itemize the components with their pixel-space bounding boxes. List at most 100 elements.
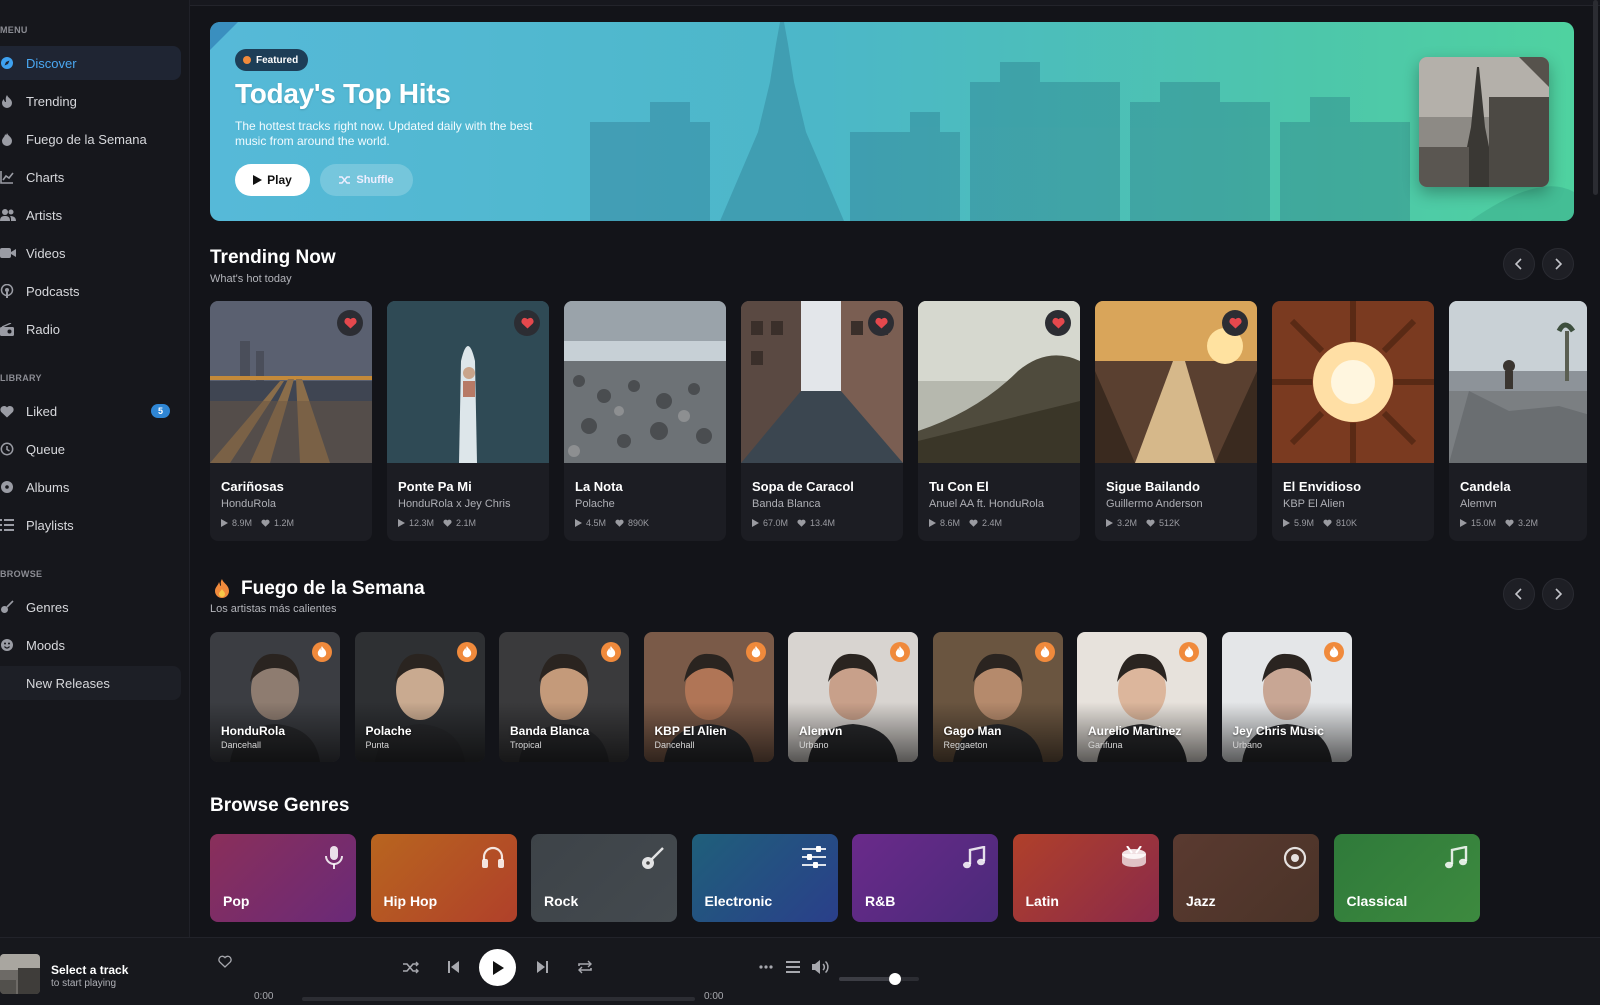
artist-card[interactable]: Jey Chris Music Urbano [1221, 632, 1352, 762]
podcast-icon [0, 284, 26, 298]
repeat-button[interactable] [574, 956, 596, 978]
artist-card[interactable]: Gago Man Reggaeton [932, 632, 1063, 762]
next-track-button[interactable] [532, 957, 552, 977]
track-card[interactable]: Tu Con El Anuel AA ft. HonduRola 8.6M 2.4M [918, 301, 1080, 541]
like-button[interactable] [868, 310, 894, 336]
artist-card[interactable]: Alemvn Urbano [788, 632, 918, 762]
trending-prev-button[interactable] [1503, 248, 1535, 280]
like-count: 890K [628, 518, 650, 528]
artist-genre: Punta [365, 740, 390, 750]
previous-track-button[interactable] [443, 957, 463, 977]
artist-card[interactable]: Banda Blanca Tropical [499, 632, 629, 762]
heart-icon [343, 317, 357, 329]
sidebar-item-trending[interactable]: Trending [0, 84, 181, 118]
play-icon [253, 175, 263, 185]
chevron-left-icon [1515, 588, 1522, 600]
artist-card[interactable]: Polache Punta [354, 632, 485, 762]
hero-play-button[interactable]: Play [235, 164, 310, 196]
like-track-button[interactable] [215, 951, 235, 971]
like-button[interactable] [337, 310, 363, 336]
sidebar-item-radio[interactable]: Radio [0, 312, 181, 346]
genre-label: Electronic [704, 893, 773, 909]
now-playing-cover [0, 954, 40, 994]
genre-tile[interactable]: Pop [210, 834, 356, 922]
like-count: 512K [1159, 518, 1181, 528]
track-card[interactable]: Candela Alemvn 15.0M 3.2M [1449, 301, 1587, 541]
fire-badge-icon [745, 642, 766, 662]
scrollbar-thumb[interactable] [1593, 0, 1598, 195]
genre-tile[interactable]: Jazz [1173, 834, 1319, 922]
sidebar-item-charts[interactable]: Charts [0, 160, 181, 194]
track-artist: Alemvn [1460, 498, 1497, 510]
artist-genre: Reggaeton [943, 740, 988, 750]
trending-next-button[interactable] [1542, 248, 1574, 280]
artist-card[interactable]: HonduRola Dancehall [210, 632, 340, 762]
track-card[interactable]: Ponte Pa Mi HonduRola x Jey Chris 12.3M 2.1… [387, 301, 549, 541]
featured-hero-banner: Featured Today's Top Hits The hottest tr… [210, 22, 1574, 221]
progress-bar[interactable] [302, 997, 695, 1001]
queue-button[interactable] [782, 956, 804, 978]
sidebar-item-new-releases[interactable]: New Releases [0, 666, 181, 700]
guitar-icon [641, 846, 665, 870]
heart-outline-icon [218, 955, 232, 968]
sidebar-item-artists[interactable]: Artists [0, 198, 181, 232]
fuego-fire-icon [214, 579, 230, 599]
users-icon [0, 208, 26, 222]
track-title: La Nota [575, 479, 623, 494]
sidebar-item-label: Charts [26, 169, 65, 185]
sidebar-item-videos[interactable]: Videos [0, 236, 181, 270]
track-stats: 4.5M 890K [575, 518, 649, 528]
shuffle-button[interactable] [400, 956, 422, 978]
artist-name: HonduRola [221, 724, 285, 738]
sidebar-item-fuego[interactable]: Fuego de la Semana [0, 122, 181, 156]
artist-genre: Urbano [1232, 740, 1263, 750]
genre-tile[interactable]: Latin [1012, 834, 1159, 922]
fuego-next-button[interactable] [1542, 578, 1574, 610]
track-card[interactable]: Cariñosas HonduRola 8.9M 1.2M [210, 301, 372, 541]
genre-tile[interactable]: R&B [852, 834, 998, 922]
hero-shuffle-button[interactable]: Shuffle [320, 164, 413, 196]
genre-label: R&B [865, 893, 896, 909]
like-count-icon [797, 519, 806, 527]
track-card[interactable]: Sopa de Caracol Banda Blanca 67.0M 13.4M [741, 301, 903, 541]
like-button[interactable] [514, 310, 540, 336]
sidebar-item-podcasts[interactable]: Podcasts [0, 274, 181, 308]
sidebar-item-discover[interactable]: Discover [0, 46, 181, 80]
fuego-prev-button[interactable] [1503, 578, 1535, 610]
track-card[interactable]: La Nota Polache 4.5M 890K [564, 301, 726, 541]
track-artist: HonduRola x Jey Chris [398, 498, 511, 510]
like-button[interactable] [1222, 310, 1248, 336]
genre-tile[interactable]: Hip Hop [370, 834, 517, 922]
heart-icon [0, 405, 26, 418]
genre-tile[interactable]: Classical [1333, 834, 1480, 922]
genre-label: Jazz [1186, 893, 1216, 909]
volume-button[interactable] [810, 956, 832, 978]
artist-card[interactable]: Aurelio Martinez Garifuna [1077, 632, 1207, 762]
volume-knob[interactable] [889, 973, 901, 985]
artist-card[interactable]: KBP El Alien Dancehall [643, 632, 774, 762]
genre-tile[interactable]: Rock [531, 834, 677, 922]
list-icon [0, 519, 26, 531]
more-options-button[interactable] [755, 956, 777, 978]
like-button[interactable] [1045, 310, 1071, 336]
genre-tile[interactable]: Electronic [691, 834, 838, 922]
track-card[interactable]: El Envidioso KBP El Alien 5.9M 810K [1272, 301, 1434, 541]
play-pause-button[interactable] [479, 949, 516, 986]
like-count-icon [1505, 519, 1514, 527]
sidebar-section-browse: BROWSE [0, 569, 43, 579]
sidebar-item-queue[interactable]: Queue [0, 432, 181, 466]
sidebar-item-genres[interactable]: Genres [0, 590, 181, 624]
artist-genre: Dancehall [221, 740, 262, 750]
sidebar-item-albums[interactable]: Albums [0, 470, 181, 504]
sidebar-item-label: Trending [26, 93, 77, 109]
fire-badge-icon [1034, 642, 1055, 662]
sidebar-item-playlists[interactable]: Playlists [0, 508, 181, 542]
headphones-icon [481, 846, 505, 868]
sidebar-item-moods[interactable]: Moods [0, 628, 181, 662]
volume-slider[interactable] [839, 973, 919, 985]
play-count: 12.3M [409, 518, 435, 528]
fire-badge-icon [1179, 642, 1199, 662]
track-card[interactable]: Sigue Bailando Guillermo Anderson 3.2M 512K [1095, 301, 1257, 541]
sidebar-item-liked[interactable]: Liked 5 [0, 394, 181, 428]
genre-label: Pop [223, 893, 250, 909]
